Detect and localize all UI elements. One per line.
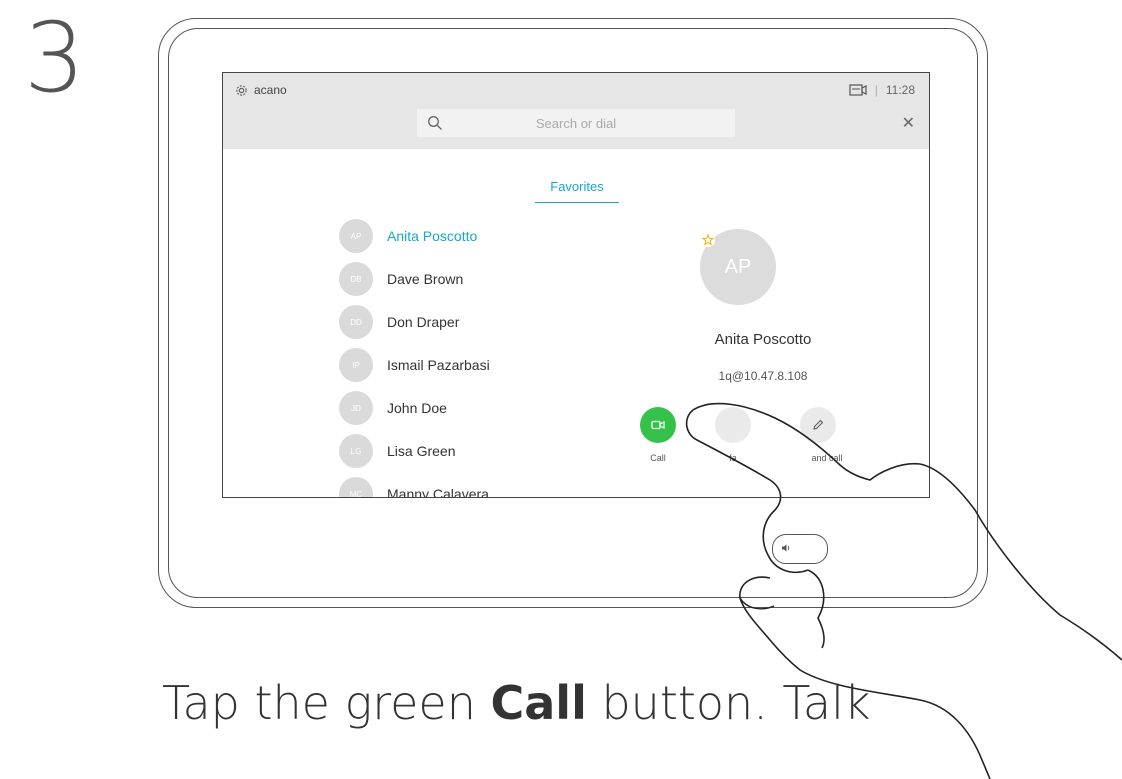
caption-text-1: Tap the green: [162, 676, 491, 730]
hand-illustration: [685, 402, 1122, 779]
caption-text-2: button. Talk: [586, 676, 871, 730]
instruction-caption: Tap the green Call button. Talk: [162, 676, 871, 731]
caption-call-word: Call: [490, 676, 587, 730]
